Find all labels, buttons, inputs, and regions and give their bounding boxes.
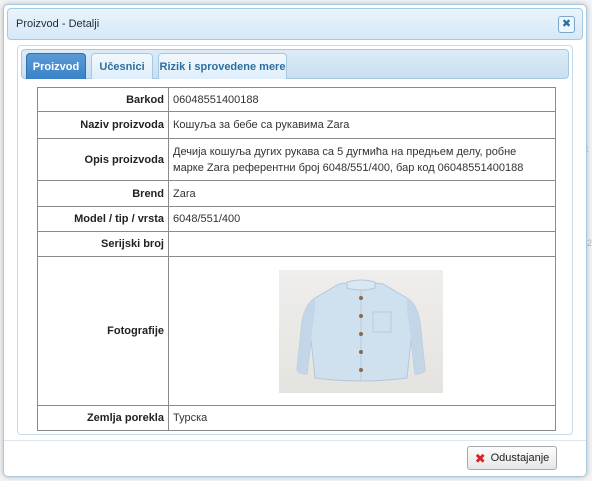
row-label: Serijski broj [37,231,169,257]
table-row: Fotografije [37,256,556,406]
barcode-value: 06048551400188 [168,87,556,112]
table-row: Barkod 06048551400188 [37,87,556,112]
shirt-image [296,279,426,381]
row-label: Brend [37,180,169,207]
tab-panel: Proizvod Učesnici Rizik i sprovedene mer… [17,45,573,435]
footer-divider [4,440,586,441]
cancel-button[interactable]: ✖ Odustajanje [467,446,557,470]
red-x-icon: ✖ [474,450,486,466]
table-row: Serijski broj [37,231,556,257]
details-table: Barkod 06048551400188 Naziv proizvoda Ко… [37,87,556,431]
table-row: Naziv proizvoda Кошуља за бебе са рукави… [37,111,556,139]
cancel-button-label: Odustajanje [490,452,550,464]
model-value: 6048/551/400 [168,206,556,232]
row-label: Model / tip / vrsta [37,206,169,232]
tab-ucesnici[interactable]: Učesnici [91,53,153,79]
row-label: Fotografije [37,256,169,406]
row-label: Naziv proizvoda [37,111,169,139]
table-row: Zemlja porekla Турска [37,405,556,431]
close-icon[interactable]: ✖ [558,16,575,33]
table-row: Brend Zara [37,180,556,207]
table-row: Model / tip / vrsta 6048/551/400 [37,206,556,232]
brand-value: Zara [168,180,556,207]
tab-proizvod[interactable]: Proizvod [26,53,86,79]
row-label: Barkod [37,87,169,112]
tab-bar: Proizvod Učesnici Rizik i sprovedene mer… [21,49,569,79]
photos-cell [168,256,556,406]
row-label: Zemlja porekla [37,405,169,431]
product-details-dialog: Proizvod - Detalji ✖ Proizvod Učesnici R… [3,4,587,477]
dialog-title: Proizvod - Detalji [16,18,100,30]
product-name-value: Кошуља за бебе са рукавима Zara [168,111,556,139]
country-value: Турска [168,405,556,431]
row-label: Opis proizvoda [37,138,169,181]
table-row: Opis proizvoda Дечија кошуља дугих рукав… [37,138,556,181]
product-photo[interactable] [279,269,443,393]
tab-rizik[interactable]: Rizik i sprovedene mere [158,53,287,79]
dialog-titlebar[interactable]: Proizvod - Detalji ✖ [7,8,583,40]
description-value: Дечија кошуља дугих рукава са 5 дугмића … [168,138,556,181]
serial-value [168,231,556,257]
